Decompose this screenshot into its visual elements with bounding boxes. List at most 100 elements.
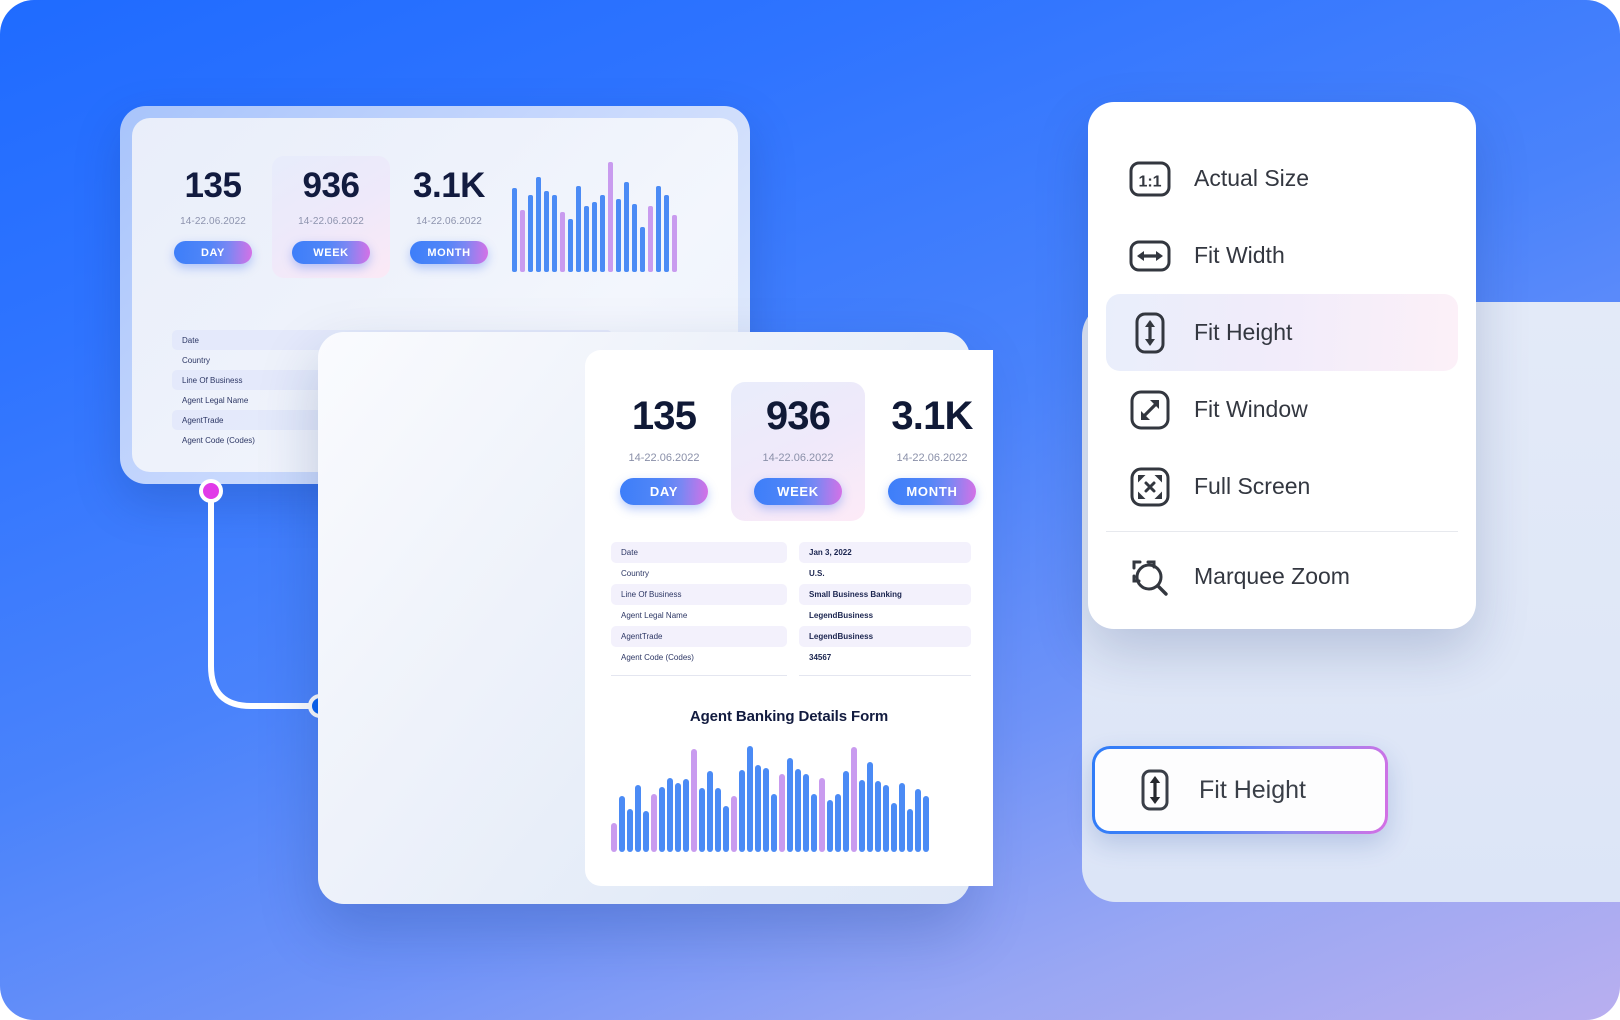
- back-kpi-day[interactable]: 135 14-22.06.2022 DAY: [154, 156, 272, 278]
- table-row-value: U.S.: [809, 569, 825, 578]
- table-row: Agent Code (Codes) 34567: [611, 647, 971, 668]
- front-dashboard-inner-panel: 135 14-22.06.2022 DAY 936 14-22.06.2022 …: [585, 350, 993, 886]
- actual-size-icon: 1:1: [1128, 157, 1172, 201]
- table-cell-value: LegendBusiness: [799, 605, 971, 626]
- front-kpi-button-week[interactable]: WEEK: [754, 478, 842, 505]
- table-cell-label: Date: [611, 542, 787, 563]
- front-chart-title: Agent Banking Details Form: [689, 708, 889, 725]
- fit-height-button[interactable]: Fit Height: [1095, 749, 1385, 831]
- back-kpi-date: 14-22.06.2022: [298, 216, 364, 227]
- svg-text:1:1: 1:1: [1138, 173, 1161, 190]
- back-kpi-value: 936: [302, 166, 360, 205]
- table-row: Date Jan 3, 2022: [611, 542, 971, 563]
- menu-item-actual-size[interactable]: 1:1 Actual Size: [1106, 140, 1458, 217]
- table-cell-label: Line Of Business: [611, 584, 787, 605]
- table-row-label: Date: [621, 548, 638, 557]
- back-kpi-group: 135 14-22.06.2022 DAY 936 14-22.06.2022 …: [154, 156, 508, 278]
- chart-bar: [923, 796, 929, 852]
- table-cell-label: Country: [611, 563, 787, 584]
- menu-item-fit-width[interactable]: Fit Width: [1106, 217, 1458, 294]
- connector-node-source[interactable]: [199, 479, 223, 503]
- front-details-table: Date Jan 3, 2022 Country U.S. Line Of Busine…: [611, 542, 971, 676]
- table-row: Agent Legal Name LegendBusiness: [611, 605, 971, 626]
- back-kpi-month[interactable]: 3.1K 14-22.06.2022 MONTH: [390, 156, 508, 278]
- chart-bar: [779, 773, 785, 852]
- chart-bar: [592, 201, 597, 272]
- chart-bar: [635, 784, 641, 852]
- front-kpi-value: 135: [631, 394, 697, 438]
- chart-bar: [755, 764, 761, 852]
- back-kpi-button-month[interactable]: MONTH: [410, 241, 488, 264]
- chart-bar: [627, 809, 633, 852]
- chart-bar: [608, 162, 613, 272]
- table-bottom-divider: [611, 675, 971, 676]
- chart-bar: [867, 762, 873, 852]
- chart-bar: [699, 788, 705, 852]
- table-cell-label: Agent Legal Name: [611, 605, 787, 626]
- chart-bar: [763, 768, 769, 852]
- chart-bar: [731, 796, 737, 852]
- fit-height-icon: [1133, 768, 1177, 812]
- table-cell-value: LegendBusiness: [799, 626, 971, 647]
- menu-item-label: Fit Window: [1194, 396, 1308, 422]
- chart-bar: [568, 219, 573, 272]
- front-kpi-value: 3.1K: [891, 394, 973, 438]
- chart-bar: [875, 781, 881, 852]
- table-row-label: Date: [182, 335, 199, 345]
- menu-item-fit-window[interactable]: Fit Window: [1106, 371, 1458, 448]
- back-kpi-button-week[interactable]: WEEK: [292, 241, 370, 264]
- chart-bar: [883, 784, 889, 852]
- chart-bar: [843, 771, 849, 852]
- chart-bar: [715, 788, 721, 852]
- table-row-value: 34567: [809, 653, 832, 662]
- menu-separator: [1106, 531, 1458, 532]
- table-row-value: Jan 3, 2022: [809, 548, 852, 557]
- table-row: Country U.S.: [611, 563, 971, 584]
- front-bar-chart: [611, 740, 971, 852]
- zoom-menu: 1:1 Actual Size Fit Width Fit Height Fit Win…: [1088, 102, 1476, 629]
- chart-bar: [827, 800, 833, 852]
- chart-bar: [803, 773, 809, 852]
- front-kpi-week[interactable]: 936 14-22.06.2022 WEEK: [731, 382, 865, 521]
- chart-bar: [723, 806, 729, 852]
- table-row-label: AgentTrade: [182, 415, 224, 425]
- back-kpi-button-day[interactable]: DAY: [174, 241, 252, 264]
- menu-item-label: Actual Size: [1194, 165, 1310, 191]
- front-kpi-day[interactable]: 135 14-22.06.2022 DAY: [597, 382, 731, 521]
- screenshot-canvas: 135 14-22.06.2022 DAY 936 14-22.06.2022 …: [0, 0, 1620, 1020]
- table-row: AgentTrade LegendBusiness: [611, 626, 971, 647]
- menu-item-label: Fit Width: [1194, 242, 1285, 268]
- chart-bar: [664, 195, 669, 272]
- menu-item-marquee-zoom[interactable]: Marquee Zoom: [1106, 538, 1458, 615]
- fit-width-icon: [1128, 234, 1172, 278]
- table-cell-label: Agent Code (Codes): [611, 647, 787, 668]
- table-row-label: Agent Legal Name: [621, 611, 688, 620]
- chart-bar: [675, 782, 681, 852]
- table-row-label: Agent Code (Codes): [621, 653, 694, 662]
- table-row: Line Of Business Small Business Banking: [611, 584, 971, 605]
- chart-bar: [683, 779, 689, 852]
- chart-bar: [915, 789, 921, 852]
- chart-bar: [659, 787, 665, 852]
- menu-item-fit-height[interactable]: Fit Height: [1106, 294, 1458, 371]
- front-kpi-button-day[interactable]: DAY: [620, 478, 708, 505]
- chart-bar: [611, 822, 617, 852]
- table-cell-value: 34567: [799, 647, 971, 668]
- menu-item-full-screen[interactable]: Full Screen: [1106, 448, 1458, 525]
- back-kpi-week[interactable]: 936 14-22.06.2022 WEEK: [272, 156, 390, 278]
- fit-height-button-label: Fit Height: [1199, 775, 1306, 804]
- table-cell-label: AgentTrade: [611, 626, 787, 647]
- front-kpi-date: 14-22.06.2022: [628, 452, 700, 464]
- table-row-value: Small Business Banking: [809, 590, 902, 599]
- front-kpi-month[interactable]: 3.1K 14-22.06.2022 MONTH: [865, 382, 993, 521]
- front-kpi-button-month[interactable]: MONTH: [888, 478, 976, 505]
- menu-item-label: Full Screen: [1194, 473, 1311, 499]
- table-row-value: LegendBusiness: [809, 632, 874, 641]
- fit-window-icon: [1128, 388, 1172, 432]
- chart-bar: [544, 190, 549, 272]
- table-cell-value: U.S.: [799, 563, 971, 584]
- chart-bar: [899, 782, 905, 852]
- table-row-label: Line Of Business: [621, 590, 682, 599]
- table-cell-value: Jan 3, 2022: [799, 542, 971, 563]
- chart-bar: [811, 793, 817, 852]
